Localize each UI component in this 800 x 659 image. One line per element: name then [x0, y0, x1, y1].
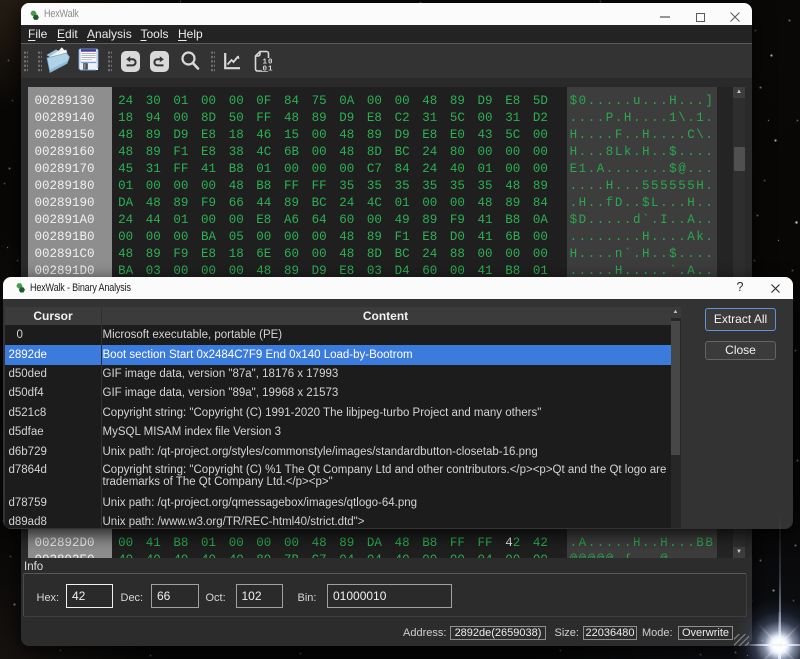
svg-text:01: 01 — [263, 65, 274, 73]
